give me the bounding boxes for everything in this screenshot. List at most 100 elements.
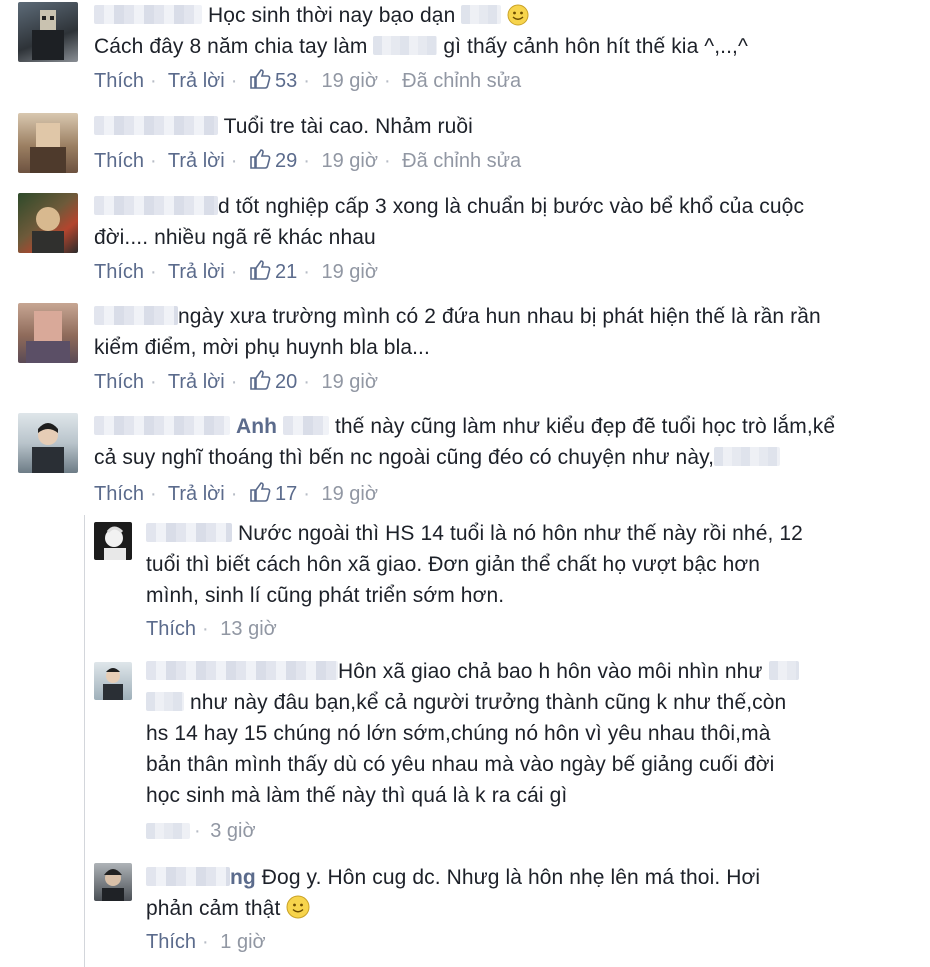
comment-text-part: Tuổi tre tài cao. Nhảm ruồi [223, 115, 473, 138]
reply-link[interactable]: Trả lời [168, 150, 225, 172]
like-link[interactable]: Thích [94, 70, 144, 92]
comment-actions: · 3 giờ [146, 820, 256, 843]
comment-actions: Thích · 1 giờ [146, 931, 266, 953]
avatar[interactable] [18, 303, 78, 363]
comment-text: Nước ngoài thì HS 14 tuổi là nó hôn như … [146, 518, 916, 611]
thumbs-up-icon[interactable] [249, 68, 271, 90]
redacted-word [146, 692, 184, 711]
comment-actions: Thích · Trả lời · 53 · 19 giờ · Đã chỉnh sửa [94, 68, 522, 92]
comment-text: Anh thế này cũng làm như kiểu đẹp đẽ tuổ… [94, 411, 914, 473]
avatar-image [104, 526, 126, 560]
comment-text-part: Học sinh thời nay bạo dạn [207, 4, 456, 27]
redacted-word [714, 447, 781, 466]
commenter-name[interactable] [94, 116, 218, 135]
like-link[interactable] [146, 823, 190, 839]
thumbs-up-icon[interactable] [249, 259, 271, 281]
like-count[interactable]: 53 [275, 70, 297, 92]
comment-text-part: học sinh mà làm thế này thì quá là k ra … [146, 784, 568, 807]
avatar[interactable] [18, 193, 78, 253]
commenter-name[interactable] [146, 661, 338, 680]
comment-text-part: Cách đây 8 năm chia tay làm [94, 35, 368, 58]
avatar-image [30, 123, 66, 173]
edited-label[interactable]: Đã chỉnh sửa [402, 70, 521, 92]
comment-text: d tốt nghiệp cấp 3 xong là chuẩn bị bước… [94, 191, 914, 253]
comment-actions: Thích · Trả lời · 20 · 19 giờ [94, 369, 378, 393]
like-count[interactable]: 29 [275, 150, 297, 172]
commenter-name-fragment[interactable]: Anh [236, 415, 277, 438]
avatar-image [32, 207, 64, 253]
commenter-name[interactable] [94, 196, 218, 215]
like-count[interactable]: 17 [275, 483, 297, 505]
like-link[interactable]: Thích [94, 150, 144, 172]
comment-text-part: Hôn xã giao chả bao h hôn vào môi nhìn n… [338, 660, 763, 683]
commenter-name[interactable] [94, 416, 230, 435]
commenter-name[interactable] [94, 306, 178, 325]
comment-text-part: Nước ngoài thì HS 14 tuổi là nó hôn như … [237, 522, 803, 545]
avatar[interactable] [94, 522, 132, 560]
comment-text-part: ngày xưa trường mình có 2 đứa hun nhau b… [178, 305, 821, 328]
timestamp[interactable]: 19 giờ [321, 150, 377, 172]
like-link[interactable]: Thích [94, 261, 144, 283]
comment-text-part: hs 14 hay 15 chúng nó lớn sớm,chúng nó h… [146, 722, 771, 745]
comment-actions: Thích · Trả lời · 17 · 19 giờ [94, 481, 378, 505]
commenter-name[interactable] [283, 416, 329, 435]
like-link[interactable]: Thích [146, 931, 196, 953]
comment-text-part: d tốt nghiệp cấp 3 xong là chuẩn bị bước… [218, 195, 805, 218]
smiley-icon [286, 895, 310, 919]
avatar[interactable] [18, 2, 78, 62]
avatar-image [102, 869, 124, 901]
avatar-image [32, 423, 64, 473]
comment-actions: Thích · Trả lời · 29 · 19 giờ · Đã chỉnh sửa [94, 148, 522, 172]
timestamp[interactable]: 13 giờ [220, 618, 276, 640]
avatar-image [32, 10, 64, 60]
redacted-word [373, 36, 438, 55]
reply-link[interactable]: Trả lời [168, 261, 225, 283]
comment-text: Hôn xã giao chả bao h hôn vào môi nhìn n… [146, 656, 916, 811]
like-link[interactable]: Thích [146, 618, 196, 640]
reply-link[interactable]: Trả lời [168, 483, 225, 505]
timestamp[interactable]: 19 giờ [321, 70, 377, 92]
reply-link[interactable]: Trả lời [168, 371, 225, 393]
commenter-name[interactable] [94, 5, 202, 24]
like-count[interactable]: 20 [275, 371, 297, 393]
comment-text-part: kiểm điểm, mời phụ huynh bla bla... [94, 336, 430, 359]
comment-text-part: bản thân mình thấy dù có yêu nhau mà vào… [146, 753, 775, 776]
edited-label[interactable]: Đã chỉnh sửa [402, 150, 521, 172]
comment-text-part: Đog y. Hôn cug dc. Nhưg là hôn nhẹ lên m… [261, 866, 761, 889]
comment-text-part: tuổi thì biết cách hôn xã giao. Đơn giản… [146, 553, 761, 576]
like-link[interactable]: Thích [94, 483, 144, 505]
timestamp[interactable]: 19 giờ [321, 371, 377, 393]
thumbs-up-icon[interactable] [249, 481, 271, 503]
like-link[interactable]: Thích [94, 371, 144, 393]
avatar[interactable] [94, 662, 132, 700]
comment-text-part: cả suy nghĩ thoáng thì bến nc ngoài cũng… [94, 446, 715, 469]
comment-text: ng Đog y. Hôn cug dc. Nhưg là hôn nhẹ lê… [146, 862, 916, 924]
avatar[interactable] [18, 413, 78, 473]
commenter-name-fragment[interactable]: ng [230, 866, 256, 889]
reply-thread-line [84, 515, 85, 967]
avatar[interactable] [18, 113, 78, 173]
timestamp[interactable]: 19 giờ [321, 261, 377, 283]
commenter-name[interactable] [146, 523, 232, 542]
thumbs-up-icon[interactable] [249, 148, 271, 170]
comment-text: Tuổi tre tài cao. Nhảm ruồi [94, 111, 914, 142]
comment-text-part: thế này cũng làm như kiểu đẹp đẽ tuổi họ… [334, 415, 836, 438]
comment-text-part: như này đâu bạn,kể cả người trưởng thành… [189, 691, 787, 714]
reply-link[interactable]: Trả lời [168, 70, 225, 92]
timestamp[interactable]: 3 giờ [210, 820, 255, 842]
avatar[interactable] [94, 863, 132, 901]
thumbs-up-icon[interactable] [249, 369, 271, 391]
comment-text-part: gì thấy cảnh hôn hít thế kia ^,..,^ [443, 35, 748, 58]
comment-text-part: đời.... nhiều ngã rẽ khác nhau [94, 226, 376, 249]
comment-actions: Thích · 13 giờ [146, 618, 277, 640]
comment-text-part: mình, sinh lí cũng phát triển sớm hơn. [146, 584, 505, 607]
like-count[interactable]: 21 [275, 261, 297, 283]
redacted-word [768, 661, 799, 680]
redacted-word [461, 5, 502, 24]
comment-text-part: phản cảm thật [146, 897, 281, 920]
comment-text: Học sinh thời nay bạo dạn Cách đây 8 năm… [94, 0, 914, 62]
timestamp[interactable]: 1 giờ [220, 931, 265, 953]
commenter-name[interactable] [146, 867, 230, 886]
smiley-icon [507, 4, 529, 26]
timestamp[interactable]: 19 giờ [321, 483, 377, 505]
